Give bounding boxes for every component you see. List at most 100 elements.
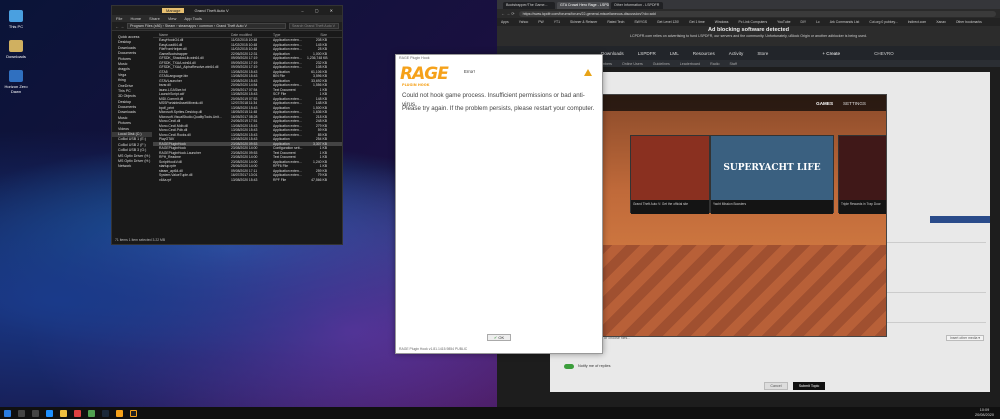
ribbon-app-tools[interactable]: App Tools (184, 16, 202, 21)
subnav-item[interactable]: Radio (710, 62, 719, 66)
bookmark-item[interactable]: DIY (800, 20, 806, 24)
subnav-item[interactable]: Leaderboard (680, 62, 700, 66)
back-arrow-icon[interactable]: ← → (115, 24, 124, 29)
bookmark-item[interactable]: Rated Tech (607, 20, 624, 24)
bookmark-item[interactable]: YT1 (554, 20, 560, 24)
adblock-notice: Ad blocking software detected LCPDFR.com… (497, 26, 1000, 46)
ribbon-share[interactable]: Share (149, 16, 160, 21)
edge-icon[interactable] (46, 409, 53, 417)
create-button[interactable]: + Create (822, 51, 840, 56)
folder-icon (9, 40, 23, 52)
bookmark-item[interactable]: YouTube (777, 20, 790, 24)
ribbon-file[interactable]: File (116, 16, 122, 21)
file-explorer-window: Manage Grand Theft Auto V – ▢ ✕ File Hom… (111, 5, 343, 245)
dialog-caption: RAGE Plugin Hook (399, 56, 430, 60)
nav-item[interactable]: CoBol USB 3 (G:) (112, 148, 152, 153)
launcher-topbar: GAMES SETTINGS (598, 95, 886, 111)
search-input[interactable]: Search Grand Theft Auto V (289, 23, 339, 29)
bookmark-item[interactable]: Yahoo (519, 20, 529, 24)
ok-button[interactable]: ✔ OK (487, 334, 511, 341)
bookmark-item[interactable]: Cut.org:0 pubkey... (869, 20, 897, 24)
nav-resources[interactable]: Resources (693, 51, 715, 56)
notify-label: Notify me of replies (578, 364, 611, 368)
window-controls[interactable]: – ▢ ✕ (301, 8, 338, 13)
column-size[interactable]: Size (307, 32, 329, 37)
card-art (631, 136, 709, 200)
desktop-icon-downloads[interactable]: Downloads (2, 40, 30, 59)
notify-toggle[interactable] (564, 364, 574, 369)
nav-downloads[interactable]: Downloads (601, 51, 624, 56)
cancel-button[interactable]: Cancel (764, 382, 788, 390)
bookmark-item[interactable]: Pc Link Computers (739, 20, 768, 24)
bookmark-item[interactable]: Get Level 120! (657, 20, 679, 24)
steam-icon[interactable] (102, 409, 109, 417)
bookmark-item[interactable]: Indirect.com (908, 20, 926, 24)
subnav-item[interactable]: Staff (730, 62, 737, 66)
bookmark-item[interactable]: Apps (501, 20, 509, 24)
start-icon[interactable] (4, 409, 11, 417)
browser-tabs: Bootstrapper/The Game... GTA Crowd Hero … (497, 0, 1000, 9)
file-list: Name Date modified Type Size EasyHookG4.… (153, 32, 342, 236)
launcher-card[interactable]: Triple Rewards in Trap Door (838, 135, 886, 214)
insert-media-button[interactable]: Insert other media ▾ (946, 335, 984, 341)
subnav-item[interactable]: Guidelines (653, 62, 670, 66)
ribbon-home[interactable]: Home (130, 16, 141, 21)
ribbon-view[interactable]: View (168, 16, 177, 21)
chrome-icon[interactable] (88, 409, 95, 417)
card-art: SUPERYACHT LIFE (711, 136, 833, 200)
nav-arrows-icon[interactable]: ← → ⟳ (501, 11, 515, 16)
bookmark-item[interactable]: Other bookmarks (956, 20, 982, 24)
nav-store[interactable]: Store (757, 51, 768, 56)
bookmark-item[interactable]: Lc (816, 20, 820, 24)
bookmark-item[interactable]: SWYGS (634, 20, 647, 24)
nav-activity[interactable]: Activity (729, 51, 744, 56)
explorer-titlebar: Manage Grand Theft Auto V – ▢ ✕ (112, 6, 342, 15)
file-cell: RPF File (273, 177, 287, 182)
nav-lml[interactable]: LML (670, 51, 679, 56)
submit-topic-button[interactable]: Submit Topic (793, 382, 825, 390)
app-icon[interactable] (74, 409, 81, 417)
search-icon[interactable] (18, 409, 25, 417)
subnav-item[interactable]: Online Users (622, 62, 643, 66)
folder-icon[interactable] (60, 409, 67, 417)
nav-lspdfr[interactable]: LSPDFR (638, 51, 656, 56)
launcher-card[interactable]: SUPERYACHT LIFE Yacht Mission Boosters (710, 135, 834, 214)
rage-icon[interactable] (116, 409, 123, 417)
column-type[interactable]: Type (273, 32, 307, 37)
task-view-icon[interactable] (32, 409, 39, 417)
bookmark-item[interactable]: Ark Commands List (830, 20, 860, 24)
address-bar[interactable]: https://www.lcpdfr.com/forums/forum/22-g… (518, 10, 996, 17)
address-bar[interactable]: Program Files (x86) › Steam › steamapps … (127, 23, 286, 29)
window-title: Grand Theft Auto V (194, 8, 229, 13)
column-name[interactable]: Name (153, 32, 231, 37)
desktop-icon-label: Horizon Zero Dawn (4, 84, 28, 94)
card-label: Triple Rewards in Trap Door (839, 200, 886, 214)
file-row[interactable]: x64a.rpf 13/08/2020 15:43 RPF File 47,566 K… (153, 178, 342, 183)
clock-date: 20/08/2020 (974, 413, 994, 417)
launcher-tab-settings[interactable]: SETTINGS (843, 101, 866, 106)
column-date[interactable]: Date modified (231, 32, 273, 37)
desktop-icon-this-pc[interactable]: This PC (2, 10, 30, 29)
rockstar-icon[interactable] (130, 409, 137, 417)
launcher-card[interactable]: Grand Theft Auto V: Get the official sit… (630, 135, 710, 214)
game-icon (9, 70, 23, 82)
desktop-icon-horizon[interactable]: Horizon Zero Dawn (2, 70, 30, 94)
launcher-background (598, 245, 886, 336)
bookmark-item[interactable]: Skinner & Reisner (570, 20, 597, 24)
browser-tab[interactable]: Bootstrapper/The Game... (503, 2, 555, 9)
clock[interactable]: 10:09 20/08/2020 (975, 408, 994, 418)
manage-tab[interactable]: Manage (162, 8, 185, 13)
browser-tab[interactable]: Other Information - LSPDFR (611, 2, 663, 9)
warning-icon (584, 69, 592, 76)
launcher-tab-games[interactable]: GAMES (816, 101, 833, 106)
bookmark-item[interactable]: PW (538, 20, 543, 24)
file-cell: 47,566 KB (311, 177, 327, 182)
bookmark-item[interactable]: Xanax (936, 20, 946, 24)
bookmark-item[interactable]: Windows (715, 20, 729, 24)
bookmark-item[interactable]: Get 1 time (689, 20, 705, 24)
user-menu[interactable]: CHEVRO (874, 51, 894, 56)
nav-item[interactable]: Network (112, 164, 152, 169)
error-heading: Error! (464, 69, 475, 74)
browser-tab-active[interactable]: GTA Crowd Hero Rage - LSPDFR (557, 2, 609, 9)
error-message-2: Please try again. If the problem persist… (402, 105, 595, 112)
